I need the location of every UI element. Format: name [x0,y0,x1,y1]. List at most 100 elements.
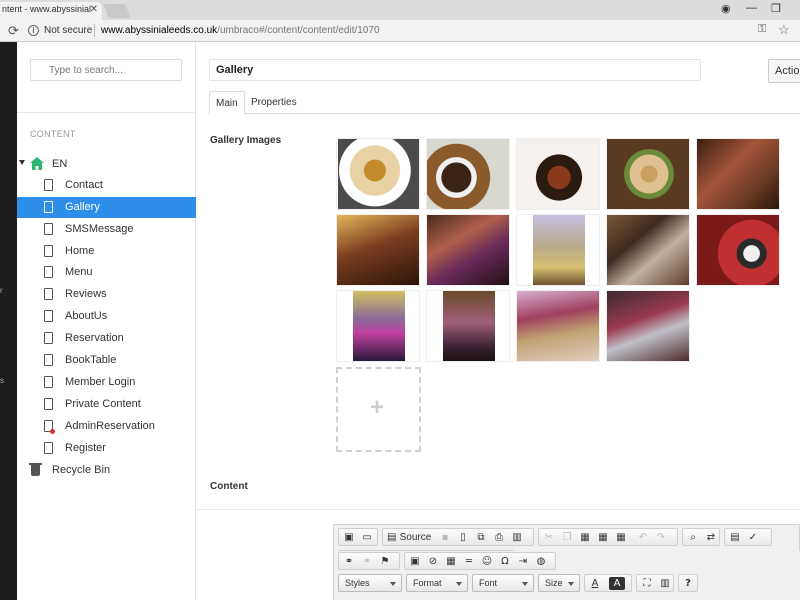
copy-icon[interactable]: ❐ [559,531,575,544]
gallery-thumbnail[interactable] [606,290,690,362]
gallery-thumbnail[interactable] [336,290,420,362]
unlink-icon[interactable]: ⚭ [359,555,375,568]
paste-text-icon[interactable]: ▦ [595,531,611,544]
print-icon[interactable]: ⎙ [491,531,507,544]
security-label[interactable]: Not secure [44,25,92,36]
tree-item-label: AboutUs [65,310,108,322]
paste-icon[interactable]: ▦ [577,531,593,544]
tree-item-aboutus[interactable]: AboutUs [17,306,196,327]
add-image-button[interactable]: + [336,367,421,452]
actions-button[interactable]: Actions [768,59,800,83]
editor-tabs: Main Properties [209,91,800,115]
background-color-icon[interactable]: A [609,577,625,590]
gallery-thumbnail[interactable] [426,290,510,362]
source-button[interactable]: ▤ Source [385,531,435,544]
gallery-thumbnail[interactable] [606,138,690,210]
gallery-thumbnail[interactable] [516,290,600,362]
browser-tab[interactable]: ntent - www.abyssinial ✕ [0,2,102,20]
format-dropdown[interactable]: Format [406,574,468,592]
url-text[interactable]: www.abyssinialeeds.co.uk/umbraco#/conten… [101,25,380,36]
tree-item-register[interactable]: Register [17,438,196,459]
gallery-thumbnail[interactable] [606,214,690,286]
new-page-icon[interactable]: ▯ [455,531,471,544]
reload-icon[interactable]: ⟳ [8,23,19,39]
node-name-input[interactable] [209,59,701,81]
tree-item-recycle-bin[interactable]: Recycle Bin [17,460,196,481]
toolbar-group: ⚭ ⚭ ⚑ [338,552,400,570]
caret-down-icon[interactable] [19,160,25,165]
tree-item-reservation[interactable]: Reservation [17,328,196,349]
tree-item-adminreservation[interactable]: AdminReservation [17,416,196,437]
flash-icon[interactable]: ⊘ [425,555,441,568]
replace-icon[interactable]: ⇄ [703,531,719,544]
help-button[interactable]: ? [680,577,696,590]
table-icon[interactable]: ▦ [443,555,459,568]
find-icon[interactable]: ⌕ [685,531,701,544]
iframe-icon[interactable]: ◍ [533,555,549,568]
anchor-icon[interactable]: ⚑ [377,555,393,568]
smiley-icon[interactable]: ☺ [479,555,495,568]
text-color-icon[interactable]: A [587,577,603,590]
document-icon [44,201,53,213]
redo-icon[interactable]: ↷ [653,531,669,544]
tree-item-menu[interactable]: Menu [17,262,196,283]
image-icon[interactable]: ▣ [341,531,357,544]
show-blocks-icon[interactable]: ▥ [657,577,673,590]
print-preview-icon[interactable]: ⧉ [473,531,489,544]
select-all-icon[interactable]: ▤ [727,531,743,544]
undo-icon[interactable]: ↶ [635,531,651,544]
link-icon[interactable]: ⚭ [341,555,357,568]
horizontal-rule-icon[interactable]: ═ [461,555,477,568]
tree-item-member-login[interactable]: Member Login [17,372,196,393]
document-icon [44,442,53,454]
cut-icon[interactable]: ✂ [541,531,557,544]
gallery-thumbnail[interactable] [426,214,510,286]
styles-dropdown[interactable]: Styles [338,574,402,592]
account-icon[interactable]: ◉ [721,2,731,15]
tab-main[interactable]: Main [209,91,245,115]
paste-word-icon[interactable]: ▦ [613,531,629,544]
gallery-thumbnail[interactable] [516,214,600,286]
spellcheck-icon[interactable]: ✓ [745,531,761,544]
templates-icon[interactable]: ▥ [509,531,525,544]
tree-item-smsmessage[interactable]: SMSMessage [17,219,196,240]
info-icon[interactable]: i [28,25,39,36]
tree-item-label: SMSMessage [65,223,134,235]
size-dropdown[interactable]: Size [538,574,580,592]
tree-item-label: Private Content [65,398,141,410]
gallery-thumbnail[interactable] [336,214,420,286]
tree-item-contact[interactable]: Contact [17,175,196,196]
page-break-icon[interactable]: ⇥ [515,555,531,568]
restore-icon[interactable]: ❐ [771,2,781,15]
tree-item-home[interactable]: Home [17,241,196,262]
address-bar: ⟳ i Not secure www.abyssinialeeds.co.uk/… [0,20,800,42]
insert-image-icon[interactable]: ▣ [407,555,423,568]
tree-item-label: Gallery [65,201,100,213]
new-tab-button[interactable] [103,4,131,18]
tree-item-booktable[interactable]: BookTable [17,350,196,371]
key-icon[interactable]: ⚿ [758,23,766,36]
tree-item-gallery[interactable]: Gallery [17,197,196,218]
font-label: Font [479,578,498,588]
close-icon[interactable]: ✕ [90,4,98,15]
gallery-thumbnail[interactable] [336,138,420,210]
gallery-thumbnail[interactable] [696,138,780,210]
plus-icon: + [370,394,385,421]
gallery-thumbnail[interactable] [696,214,780,286]
save-icon[interactable]: ▪ [437,531,453,544]
tree-item-private-content[interactable]: Private Content [17,394,196,415]
tree-root-en[interactable]: EN [19,156,189,172]
special-char-icon[interactable]: Ω [497,555,513,568]
preview-icon[interactable]: ▭ [359,531,375,544]
tree-item-label: Recycle Bin [52,464,111,476]
tab-properties[interactable]: Properties [245,91,303,115]
gallery-thumbnail[interactable] [426,138,510,210]
maximize-icon[interactable]: ⛶ [639,577,655,590]
document-icon [44,223,53,235]
gallery-thumbnail[interactable] [516,138,600,210]
tree-item-reviews[interactable]: Reviews [17,284,196,305]
star-icon[interactable]: ☆ [778,22,790,38]
search-input[interactable] [30,59,182,81]
minimize-icon[interactable]: — [746,2,757,14]
font-dropdown[interactable]: Font [472,574,534,592]
